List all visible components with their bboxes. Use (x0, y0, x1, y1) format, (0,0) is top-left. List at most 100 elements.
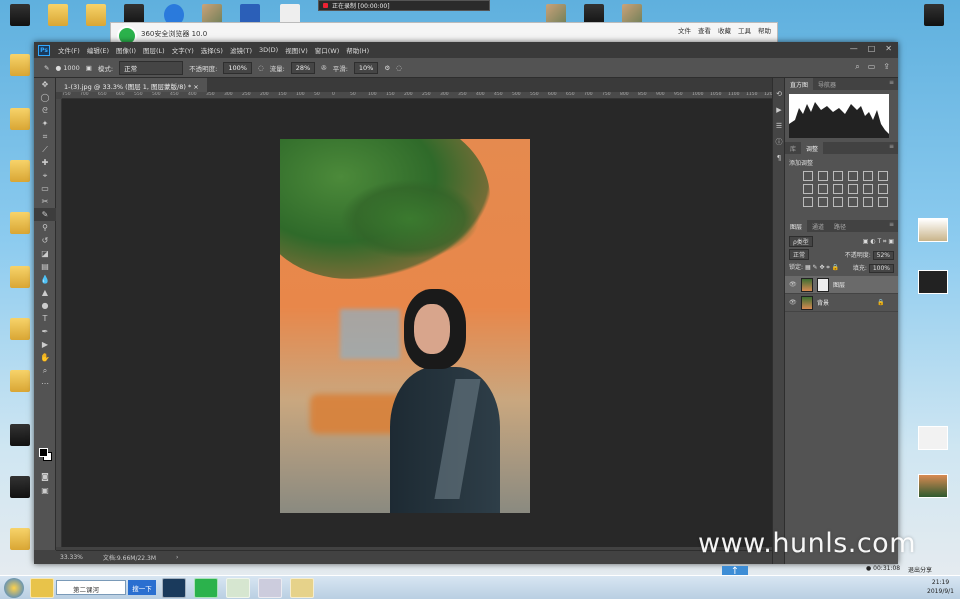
layer-mask-thumbnail[interactable] (817, 277, 829, 292)
system-clock[interactable]: 21:19 2019/9/1 (927, 578, 954, 596)
magic-wand-tool-icon[interactable]: ✦ (34, 117, 56, 130)
layer-filter-select[interactable]: ρ类型 (789, 236, 813, 247)
tab-navigator[interactable]: 导航器 (813, 78, 841, 90)
menu-image[interactable]: 图像(I) (116, 45, 136, 55)
browser-window[interactable]: 360安全浏览器 10.0 文件 查看 收藏 工具 帮助 (110, 22, 778, 46)
exit-share-button[interactable]: 退出分享 (908, 565, 932, 574)
dodge-tool-icon[interactable]: ● (34, 299, 56, 312)
pressure-opacity-icon[interactable]: ◌ (258, 64, 264, 72)
type-tool-icon[interactable]: T (34, 312, 56, 325)
zoom-level[interactable]: 33.33% (60, 554, 83, 561)
taskbar-app-360[interactable] (30, 578, 54, 598)
lasso-tool-icon[interactable]: ᘓ (34, 104, 56, 117)
move-tool-icon[interactable]: ✥ (34, 78, 56, 91)
desktop-icon[interactable] (2, 212, 38, 236)
taskbar-app-wechat[interactable] (226, 578, 250, 598)
vibrance-icon[interactable] (863, 171, 873, 181)
more-tools-icon[interactable]: ⋯ (34, 377, 56, 390)
crop-tool-icon[interactable]: ⌗ (34, 130, 56, 143)
patch-tool-icon[interactable]: ⌖ (34, 169, 56, 182)
desktop-icon[interactable] (2, 108, 38, 132)
hand-tool-icon[interactable]: ✋ (34, 351, 56, 364)
search-button[interactable]: 搜一下 (128, 580, 156, 595)
fill-input[interactable]: 100% (868, 263, 894, 273)
brush-preset-picker[interactable]: ● 1000 (55, 64, 79, 72)
pen-tool-icon[interactable]: ✒ (34, 325, 56, 338)
gradient-map-icon[interactable] (878, 171, 888, 181)
close-button[interactable]: ✕ (885, 44, 892, 53)
color-lookup-icon[interactable] (878, 184, 888, 194)
brush-panel-icon[interactable]: ▣ (86, 64, 92, 72)
gear-icon[interactable]: ⚙ (384, 64, 390, 72)
tab-channels[interactable]: 通道 (807, 220, 829, 232)
levels-icon[interactable] (818, 171, 828, 181)
posterize-icon[interactable] (818, 197, 828, 207)
brush-tool-icon[interactable]: ✎ (44, 64, 49, 72)
flow-input[interactable]: 28% (290, 61, 316, 74)
desktop-icon[interactable] (2, 370, 38, 394)
desktop-icon[interactable] (916, 4, 952, 28)
start-button[interactable] (4, 578, 24, 598)
threshold-icon[interactable] (833, 197, 843, 207)
photo-filter-icon[interactable] (848, 184, 858, 194)
browser-menu-item[interactable]: 工具 (738, 25, 751, 35)
marquee-tool-icon[interactable]: ◯ (34, 91, 56, 104)
menu-select[interactable]: 选择(S) (201, 45, 223, 55)
workspace-icon[interactable]: ▭ (868, 62, 876, 72)
gradient-icon[interactable] (863, 197, 873, 207)
menu-help[interactable]: 帮助(H) (346, 45, 369, 55)
maximize-button[interactable]: □ (868, 44, 876, 53)
brush-tool-selected-icon[interactable]: ✎ (34, 208, 56, 221)
layer-opacity-input[interactable]: 52% (872, 251, 894, 260)
lock-icons[interactable]: ▦ ✎ ✥ ⌗ 🔒 (805, 264, 839, 271)
brightness-icon[interactable] (803, 171, 813, 181)
desktop-icon[interactable] (2, 4, 38, 28)
tab-libraries[interactable]: 库 (785, 142, 801, 154)
zoom-tool-icon[interactable]: ⌕ (34, 364, 56, 377)
search-input[interactable]: 第二课河 (56, 580, 126, 595)
curves-icon[interactable] (833, 171, 843, 181)
panel-menu-icon[interactable]: ≡ (889, 79, 894, 86)
desktop-icon[interactable] (40, 4, 76, 28)
desktop-icon[interactable] (2, 266, 38, 290)
black-white-icon[interactable] (833, 184, 843, 194)
document-tab[interactable]: 1-(3).jpg @ 33.3% (图层 1, 图层蒙版/8) * × (56, 78, 207, 92)
mode-select[interactable]: 正常 (119, 60, 184, 75)
tab-paths[interactable]: 路径 (829, 220, 851, 232)
layer-filter-icons[interactable]: ▣ ◐ T ⌗ ▣ (863, 238, 894, 246)
channel-mixer-icon[interactable] (863, 184, 873, 194)
desktop-thumbnail[interactable] (918, 270, 948, 294)
eye-icon[interactable]: 👁 (789, 281, 797, 288)
taskbar-app-photoshop[interactable] (162, 578, 186, 598)
document-image[interactable] (280, 139, 530, 513)
sharpen-tool-icon[interactable]: ▲ (34, 286, 56, 299)
foreground-color-swatch[interactable] (39, 448, 48, 457)
minimize-button[interactable]: — (850, 44, 858, 53)
taskbar-app-browser[interactable] (194, 578, 218, 598)
content-aware-move-icon[interactable]: ✂ (34, 195, 56, 208)
screen-recorder-bar[interactable]: 正在录制 [00:00:00] (318, 0, 490, 11)
quick-mask-icon[interactable]: ◙ (34, 470, 56, 483)
airbrush-icon[interactable]: ✇ (321, 64, 326, 72)
clone-stamp-tool-icon[interactable]: ⚲ (34, 221, 56, 234)
eyedropper-tool-icon[interactable]: ⟋ (34, 143, 56, 156)
menu-type[interactable]: 文字(Y) (172, 45, 194, 55)
desktop-icon[interactable] (2, 476, 38, 500)
menu-edit[interactable]: 编辑(E) (87, 45, 109, 55)
chevron-right-icon[interactable]: › (176, 554, 178, 561)
invert-icon[interactable] (803, 197, 813, 207)
eye-icon[interactable]: 👁 (789, 299, 797, 306)
taskbar-app-edu[interactable] (258, 578, 282, 598)
healing-tool-icon[interactable]: ✚ (34, 156, 56, 169)
gradient-tool-icon[interactable]: ▤ (34, 260, 56, 273)
pattern-icon[interactable] (878, 197, 888, 207)
desktop-icon[interactable] (2, 54, 38, 78)
menu-file[interactable]: 文件(F) (58, 45, 80, 55)
layer-row[interactable]: 👁 背景 🔒 (785, 294, 898, 312)
share-icon[interactable]: ⇪ (883, 62, 890, 72)
browser-menu-item[interactable]: 文件 (678, 25, 691, 35)
screen-mode-icon[interactable]: ▣ (34, 484, 56, 497)
frame-tool-icon[interactable]: ▭ (34, 182, 56, 195)
blur-tool-icon[interactable]: 💧 (34, 273, 56, 286)
browser-menu-item[interactable]: 查看 (698, 25, 711, 35)
